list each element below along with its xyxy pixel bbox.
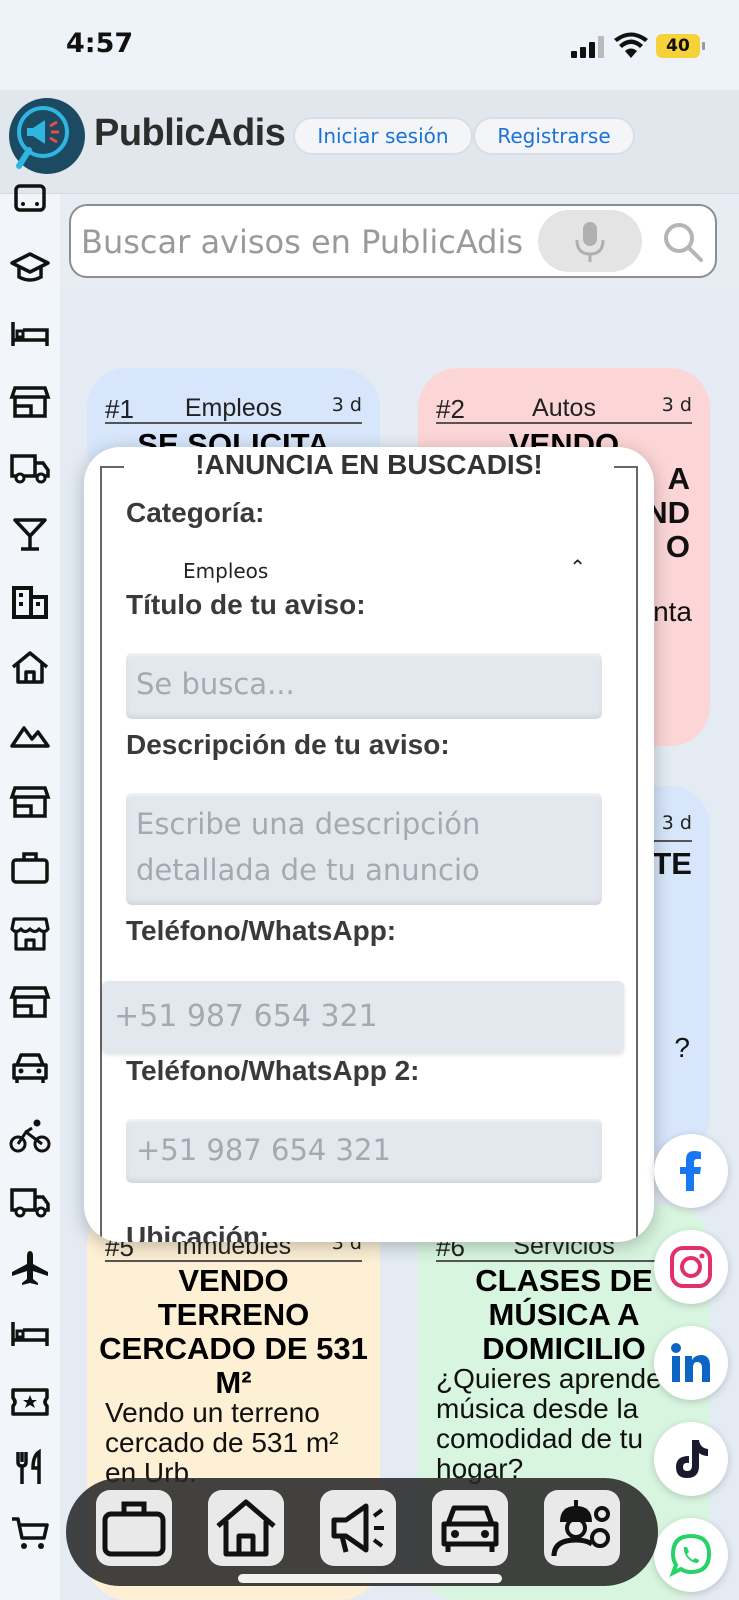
- category-select[interactable]: Empleos ⌃: [126, 553, 596, 589]
- restaurant-icon[interactable]: [9, 1448, 51, 1488]
- truck-icon[interactable]: [9, 448, 51, 488]
- location-label: Ubicación:: [126, 1221, 270, 1242]
- bed-icon[interactable]: [9, 1314, 51, 1354]
- briefcase-icon: [102, 1501, 166, 1557]
- truck-icon[interactable]: [9, 1182, 51, 1222]
- instagram-icon: [670, 1246, 712, 1288]
- ad-card-title: VENDO TERRENO CERCADO DE 531 M²: [99, 1263, 368, 1400]
- phone-label: Teléfono/WhatsApp:: [126, 915, 397, 946]
- search-icon[interactable]: [661, 220, 705, 264]
- bus-icon[interactable]: [9, 182, 51, 222]
- phone-input[interactable]: +51 987 654 321: [102, 981, 624, 1053]
- phone2-input[interactable]: +51 987 654 321: [126, 1119, 602, 1183]
- brand-name: PublicAdis: [94, 112, 286, 154]
- instagram-button[interactable]: [654, 1230, 728, 1304]
- ad-card-desc-fragment: ?: [674, 1032, 690, 1063]
- nav-autos-button[interactable]: [432, 1490, 508, 1566]
- facebook-button[interactable]: [654, 1134, 728, 1208]
- whatsapp-button[interactable]: [654, 1518, 728, 1592]
- megaphone-icon: [331, 1503, 384, 1553]
- nav-post-ad-button[interactable]: [320, 1490, 396, 1566]
- cocktail-icon[interactable]: [9, 514, 51, 554]
- status-time: 4:57: [66, 28, 134, 59]
- ad-card-desc-fragment: nta: [653, 596, 692, 627]
- description-label: Descripción de tu aviso:: [126, 729, 450, 760]
- nav-jobs-button[interactable]: [96, 1490, 172, 1566]
- linkedin-button[interactable]: [654, 1326, 728, 1400]
- tiktok-button[interactable]: [654, 1422, 728, 1496]
- microphone-icon: [575, 222, 605, 262]
- ad-card-time: 3 d: [331, 394, 362, 416]
- whatsapp-icon: [669, 1533, 712, 1577]
- bottom-navigation: [66, 1478, 658, 1586]
- ad-card-header: #1 Empleos 3 d: [105, 388, 362, 424]
- car-icon: [441, 1505, 499, 1552]
- worker-gear-icon: [551, 1500, 610, 1557]
- ad-title-label: Título de tu aviso:: [126, 589, 366, 620]
- house-icon: [216, 1499, 276, 1557]
- chevron-updown-icon: ⌃: [569, 555, 586, 579]
- modal-title: !ANUNCIA EN BUSCADIS!: [195, 449, 543, 480]
- cell-signal-icon: [571, 36, 607, 58]
- description-textarea[interactable]: Escribe una descripción detallada de tu …: [126, 793, 602, 905]
- wifi-icon: [614, 32, 648, 58]
- status-bar: 4:57 40: [0, 0, 739, 90]
- building-icon[interactable]: [9, 582, 51, 622]
- ad-card-category: Empleos: [184, 394, 283, 422]
- shop-icon[interactable]: [9, 914, 51, 954]
- house-icon[interactable]: [9, 648, 51, 688]
- register-button[interactable]: Registrarse: [473, 117, 635, 155]
- store-icon[interactable]: [9, 982, 51, 1022]
- mountain-icon[interactable]: [9, 714, 51, 754]
- search-input[interactable]: [81, 220, 531, 264]
- voice-search-button[interactable]: [538, 210, 642, 272]
- logo-megaphone-icon: [16, 106, 69, 169]
- search-box: [69, 204, 717, 278]
- nav-services-button[interactable]: [544, 1490, 620, 1566]
- tiktok-icon: [676, 1440, 708, 1478]
- category-label: Categoría:: [126, 497, 265, 528]
- ad-card-title-fragment: TE: [652, 846, 692, 881]
- ad-card-category: Autos: [532, 394, 596, 422]
- login-button[interactable]: Iniciar sesión: [293, 117, 473, 155]
- phone2-label: Teléfono/WhatsApp 2:: [126, 1055, 420, 1086]
- bed-icon[interactable]: [9, 314, 51, 354]
- ad-card-header: #2 Autos 3 d: [436, 388, 692, 424]
- ad-card-time: 3 d: [661, 812, 692, 834]
- bicycle-icon[interactable]: [9, 1116, 51, 1156]
- ad-title-input[interactable]: Se busca...: [126, 653, 602, 719]
- battery-indicator: 40: [656, 34, 705, 58]
- category-sidebar: [0, 184, 60, 1600]
- graduation-cap-icon[interactable]: [9, 248, 51, 288]
- nav-home-button[interactable]: [208, 1490, 284, 1566]
- facebook-icon: [680, 1151, 701, 1191]
- ad-card-description: Vendo un terreno cercado de 531 m² en Ur…: [105, 1397, 339, 1488]
- ticket-icon[interactable]: [9, 1382, 51, 1422]
- category-select-value: Empleos: [183, 559, 269, 583]
- store-icon[interactable]: [9, 382, 51, 422]
- cart-icon[interactable]: [9, 1514, 51, 1554]
- store-icon[interactable]: [9, 782, 51, 822]
- linkedin-icon: [671, 1343, 710, 1382]
- car-icon[interactable]: [9, 1048, 51, 1088]
- briefcase-icon[interactable]: [9, 848, 51, 888]
- publicadis-logo[interactable]: [9, 98, 85, 174]
- app-header: PublicAdis Iniciar sesión Registrarse: [0, 90, 739, 194]
- post-ad-modal: !ANUNCIA EN BUSCADIS! Categoría: Empleos…: [84, 447, 654, 1242]
- ad-card-time: 3 d: [661, 394, 692, 416]
- airplane-icon[interactable]: [9, 1248, 51, 1288]
- home-indicator: [238, 1574, 502, 1583]
